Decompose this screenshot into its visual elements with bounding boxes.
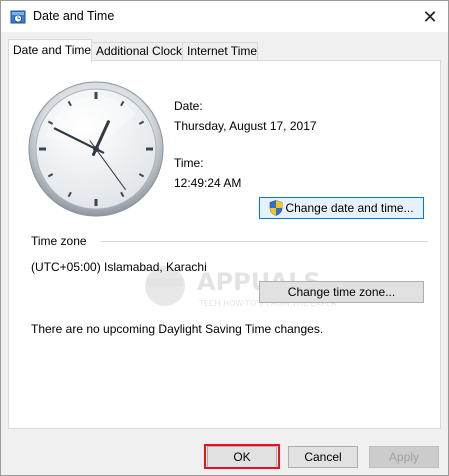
analog-clock [28,81,164,217]
tab-panel: Date: Thursday, August 17, 2017 Time: 12… [8,60,441,429]
date-time-dialog: Date and Time ✕ Date and Time Additional… [0,0,449,476]
cancel-button[interactable]: Cancel [288,446,358,468]
clock-window-icon [10,10,26,24]
uac-shield-icon [270,200,283,216]
clock-center-pin [93,146,99,152]
time-zone-value: (UTC+05:00) Islamabad, Karachi [31,260,207,274]
close-icon[interactable]: ✕ [420,7,440,27]
date-value: Thursday, August 17, 2017 [174,119,317,133]
title-bar: Date and Time ✕ [1,1,448,32]
time-zone-divider [101,241,428,242]
time-value: 12:49:24 AM [174,176,242,190]
dst-message: There are no upcoming Daylight Saving Ti… [31,322,324,336]
date-label: Date: [174,99,203,113]
time-label: Time: [174,156,204,170]
ok-button[interactable]: OK [207,446,277,468]
apply-button[interactable]: Apply [369,446,439,468]
tab-additional-clocks[interactable]: Additional Clocks [91,42,188,60]
tab-internet-time[interactable]: Internet Time [182,42,258,60]
change-date-time-button[interactable]: Change date and time... [259,197,424,219]
change-date-time-label: Change date and time... [285,201,414,215]
change-time-zone-button[interactable]: Change time zone... [259,281,424,303]
time-zone-header: Time zone [31,234,87,248]
window-title: Date and Time [33,9,115,23]
tab-date-and-time[interactable]: Date and Time [8,39,92,62]
